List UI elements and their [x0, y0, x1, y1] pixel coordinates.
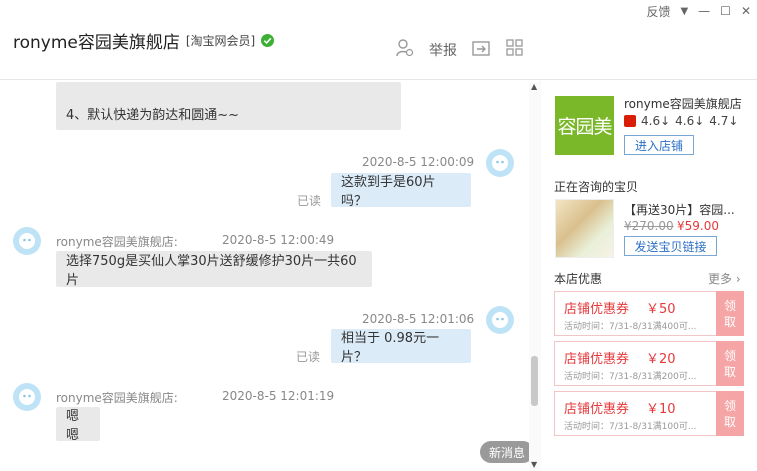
shop-logo[interactable]: 容园美: [555, 96, 614, 155]
coupon-amount: ￥20: [646, 352, 676, 367]
avatar: [486, 306, 514, 334]
consulting-title: 正在咨询的宝贝: [554, 180, 639, 194]
report-button[interactable]: 举报: [429, 40, 457, 60]
send-product-link-button[interactable]: 发送宝贝链接: [624, 236, 717, 256]
new-message-button[interactable]: 新消息: [480, 441, 534, 463]
minimize-icon[interactable]: —: [698, 2, 710, 20]
coupon-time: 活动时间：7/31-8/31满400可...: [564, 322, 697, 332]
chat-header: 反馈 ▼ — ☐ ✕ ronyme容园美旗舰店 [淘宝网会员] 举报: [0, 0, 757, 80]
message-time: 2020-8-5 12:00:49: [222, 233, 335, 247]
coupon-card: 店铺优惠券 ￥50 活动时间：7/31-8/31满400可... 领 取: [554, 291, 744, 336]
avatar: [13, 383, 41, 411]
claim-coupon-button[interactable]: 领 取: [716, 341, 744, 386]
message-text: 4、默认快递为韵达和圆通~~: [66, 107, 240, 123]
coupon-amount: ￥10: [646, 402, 676, 417]
shop-name[interactable]: ronyme容园美旗舰店: [13, 28, 180, 53]
rating-value: 4.7↓: [709, 114, 739, 128]
original-price: ¥270.00: [624, 219, 674, 233]
dropdown-icon[interactable]: ▼: [680, 2, 688, 20]
shop-ratings: 4.6↓ 4.6↓ 4.7↓: [624, 114, 738, 128]
avatar: [486, 149, 514, 177]
message-text: 相当于 0.98元一片？: [341, 331, 440, 365]
read-status: 已读: [296, 350, 321, 364]
message-bubble: 选择750g是买仙人掌30片送舒缓修护30片一共60片: [56, 251, 372, 288]
enter-shop-button[interactable]: 进入店铺: [624, 135, 694, 155]
more-link[interactable]: 更多 ›: [708, 270, 741, 287]
share-icon[interactable]: [471, 38, 491, 61]
discount-title: 本店优惠: [554, 272, 603, 286]
message-text: 选择750g是买仙人掌30片送舒缓修护30片一共60片: [66, 254, 357, 288]
coupon-card: 店铺优惠券 ￥10 活动时间：7/31-8/31满100可... 领 取: [554, 391, 744, 436]
message-time: 2020-8-5 12:00:09: [362, 155, 475, 169]
member-tag: [淘宝网会员]: [185, 34, 256, 48]
more-label: 更多: [708, 272, 733, 286]
coupon-time: 活动时间：7/31-8/31满200可...: [564, 372, 697, 382]
rating-value: 4.6↓: [641, 114, 671, 128]
claim-coupon-button[interactable]: 领 取: [716, 391, 744, 436]
scroll-up-arrow-icon[interactable]: ▲: [531, 82, 537, 91]
message-bubble: 相当于 0.98元一片？: [331, 329, 471, 365]
scroll-down-arrow-icon[interactable]: ▼: [531, 460, 537, 469]
chevron-right-icon: ›: [732, 272, 741, 286]
window-controls: 反馈 ▼ — ☐ ✕: [646, 2, 751, 20]
maximize-icon[interactable]: ☐: [720, 2, 731, 20]
header-toolbar: 举报: [395, 38, 525, 61]
product-image[interactable]: [555, 199, 614, 258]
coupon-title: 店铺优惠券: [564, 302, 630, 317]
message-time: 2020-8-5 12:01:06: [362, 312, 475, 326]
message-bubble: 嗯嗯: [56, 407, 100, 443]
coupon-title: 店铺优惠券: [564, 402, 630, 417]
side-shop-name[interactable]: ronyme容园美旗舰店: [624, 95, 742, 112]
message-sender: ronyme容园美旗舰店:: [56, 235, 178, 249]
scroll-thumb[interactable]: [531, 356, 538, 406]
apps-grid-icon[interactable]: [505, 38, 525, 61]
read-status: 已读: [297, 194, 322, 208]
coupon-time: 活动时间：7/31-8/31满100可...: [564, 422, 697, 432]
close-icon[interactable]: ✕: [741, 2, 751, 20]
current-price: ¥59.00: [677, 219, 719, 233]
coupon-amount: ￥50: [646, 302, 676, 317]
feedback-link[interactable]: 反馈: [646, 2, 670, 20]
product-title[interactable]: 【再送30片】容园...: [624, 201, 735, 218]
message-bubble: 这款到手是60片吗？: [331, 173, 471, 209]
message-text: 嗯嗯: [66, 409, 80, 443]
rating-value: 4.6↓: [675, 114, 705, 128]
page-title: ronyme容园美旗舰店 [淘宝网会员]: [13, 28, 275, 53]
message-text: 这款到手是60片吗？: [341, 175, 436, 209]
message-bubble: 4、默认快递为韵达和圆通~~: [56, 82, 401, 130]
coupon-card: 店铺优惠券 ￥20 活动时间：7/31-8/31满200可... 领 取: [554, 341, 744, 386]
rating-badge-icon: [624, 115, 636, 127]
claim-coupon-button[interactable]: 领 取: [716, 291, 744, 336]
message-sender: ronyme容园美旗舰店:: [56, 391, 178, 405]
chat-scrollbar[interactable]: [529, 82, 541, 471]
avatar: [13, 227, 41, 255]
user-settings-icon[interactable]: [395, 38, 415, 61]
coupon-title: 店铺优惠券: [564, 352, 630, 367]
message-time: 2020-8-5 12:01:19: [222, 389, 335, 403]
verified-icon: [261, 34, 275, 47]
